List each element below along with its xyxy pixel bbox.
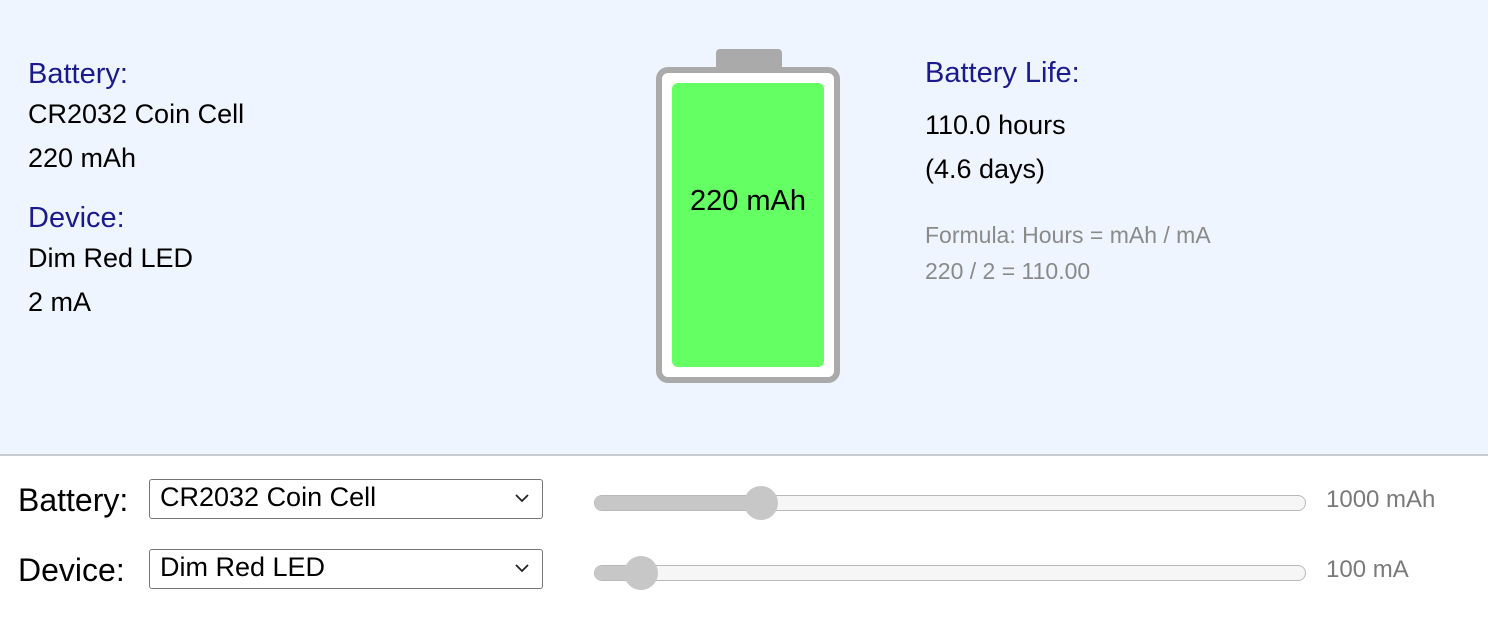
device-current-slider[interactable] (594, 556, 1306, 590)
chevron-down-icon (515, 564, 529, 573)
controls-panel: Battery: CR2032 Coin Cell 1000 mAh Devic… (0, 456, 1488, 618)
device-slider-thumb[interactable] (624, 556, 658, 590)
summary-panel: Battery: CR2032 Coin Cell 220 mAh Device… (0, 0, 1488, 456)
device-slider-max-label: 100 mA (1326, 556, 1409, 583)
battery-body: 220 mAh (656, 67, 840, 383)
battery-capacity-slider[interactable] (594, 486, 1306, 520)
battery-slider-thumb[interactable] (744, 486, 779, 520)
formula-calculation: 220 / 2 = 110.00 (925, 258, 1091, 284)
battery-life-hours: 110.0 hours (925, 110, 1066, 140)
device-current: 2 mA (28, 287, 92, 317)
device-select-label: Device: (18, 552, 125, 588)
battery-capacity-label: 220 mAh (689, 185, 807, 217)
battery-select[interactable]: CR2032 Coin Cell (149, 479, 543, 519)
formula: Formula: Hours = mAh / mA 220 / 2 = 110.… (925, 217, 1211, 289)
device-select[interactable]: Dim Red LED (149, 549, 543, 589)
battery-life-values: 110.0 hours (4.6 days) (925, 103, 1211, 191)
input-summary: Battery: CR2032 Coin Cell 220 mAh Device… (28, 56, 244, 324)
battery-slider-max-label: 1000 mAh (1326, 486, 1436, 513)
battery-life-heading: Battery Life: (925, 57, 1080, 89)
chevron-down-icon (515, 494, 529, 503)
device-name: Dim Red LED (28, 243, 194, 273)
battery-select-label: Battery: (18, 482, 129, 518)
battery-name: CR2032 Coin Cell (28, 99, 245, 129)
device-heading: Device: (28, 202, 125, 234)
battery-capacity: 220 mAh (28, 143, 137, 173)
result-panel: Battery Life: 110.0 hours (4.6 days) For… (925, 55, 1211, 289)
device-control-row: Device: Dim Red LED 100 mA (18, 548, 1478, 592)
battery-icon: 220 mAh (656, 49, 840, 383)
battery-slider-fill (595, 496, 762, 510)
battery-control-row: Battery: CR2032 Coin Cell 1000 mAh (18, 478, 1478, 522)
battery-life-days: (4.6 days) (925, 154, 1046, 184)
battery-select-value: CR2032 Coin Cell (160, 482, 377, 512)
device-select-value: Dim Red LED (160, 552, 326, 582)
battery-charge-level (672, 83, 824, 367)
formula-definition: Formula: Hours = mAh / mA (925, 222, 1211, 248)
battery-heading: Battery: (28, 58, 128, 90)
